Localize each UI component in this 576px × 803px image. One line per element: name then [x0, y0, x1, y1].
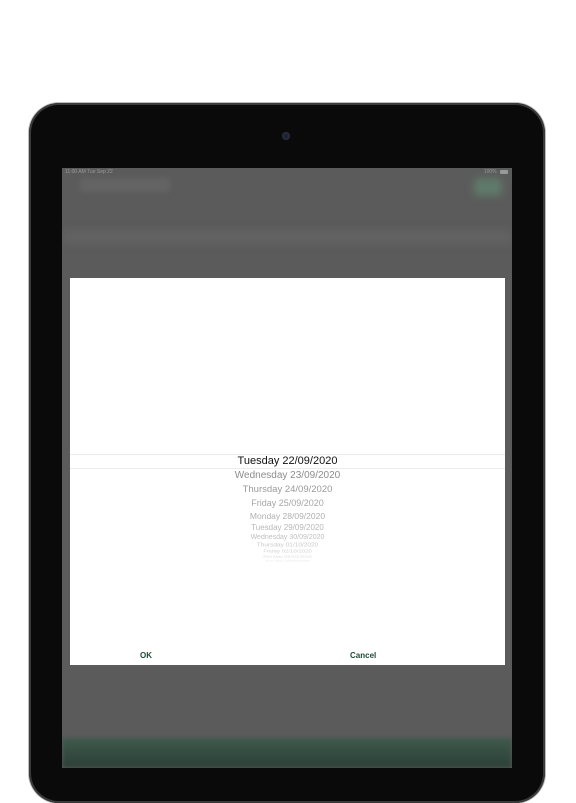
camera-icon [282, 132, 290, 140]
picker-item[interactable]: Wednesday 23/09/2020 [70, 470, 505, 481]
selection-divider-bottom [70, 468, 505, 469]
background-bottom-bar [62, 738, 512, 768]
status-right: 100% [484, 168, 508, 176]
picker-item[interactable]: Thursday 24/09/2020 [70, 484, 505, 495]
background-title [80, 178, 170, 192]
picker-item[interactable]: Thursday 01/10/2020 [70, 543, 505, 549]
background-action-button [474, 178, 502, 196]
picker-item[interactable]: Friday 02/10/2020 [70, 550, 505, 554]
app-screen: 11:00 AM Tue Sep 22 100% Tuesday 22/09/2… [62, 168, 512, 768]
picker-selected-date[interactable]: Tuesday 22/09/2020 [70, 455, 505, 467]
picker-item[interactable]: Monday 05/10/2020 [70, 555, 505, 558]
picker-item[interactable]: Tuesday 06/10/2020 [70, 560, 505, 562]
status-bar: 11:00 AM Tue Sep 22 100% [62, 168, 512, 176]
date-picker-wheel[interactable]: Tuesday 22/09/2020 Wednesday 23/09/2020 … [70, 454, 505, 574]
date-picker-dialog: Tuesday 22/09/2020 Wednesday 23/09/2020 … [70, 278, 505, 665]
ok-button[interactable]: OK [140, 651, 152, 660]
status-time: 11:00 AM Tue Sep 22 [65, 169, 113, 175]
background-row [62, 230, 512, 244]
cancel-button[interactable]: Cancel [350, 651, 376, 660]
picker-item[interactable]: Tuesday 29/09/2020 [70, 523, 505, 532]
picker-item[interactable]: Friday 25/09/2020 [70, 498, 505, 508]
battery-icon [500, 169, 508, 174]
picker-item[interactable]: Wednesday 30/09/2020 [70, 534, 505, 541]
picker-item[interactable]: Monday 28/09/2020 [70, 511, 505, 521]
battery-percent: 100% [483, 169, 497, 175]
